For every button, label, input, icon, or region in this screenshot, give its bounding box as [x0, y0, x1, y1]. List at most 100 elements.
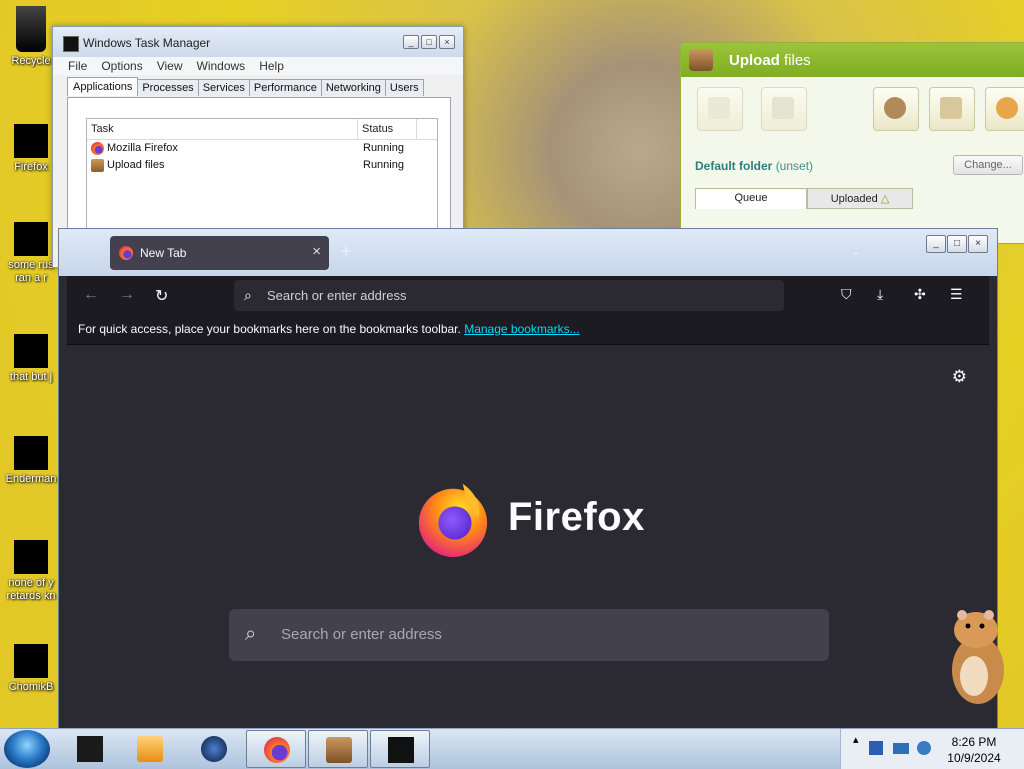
tab-uploaded[interactable]: Uploaded △ [807, 188, 913, 209]
start-button[interactable] [4, 730, 50, 768]
taskbar-clock[interactable]: 8:26 PM 10/9/2024 [936, 734, 1012, 766]
maximize-button[interactable]: □ [421, 35, 437, 49]
url-bar[interactable]: ⌕ Search or enter address [234, 280, 784, 311]
battery-icon[interactable] [893, 743, 909, 754]
hamster-upload-icon [326, 737, 352, 763]
add-files-button[interactable] [697, 87, 743, 131]
firefox-logo-icon [418, 483, 488, 558]
task-manager-menubar: File Options View Windows Help [53, 57, 463, 75]
maximize-button[interactable]: □ [947, 235, 967, 253]
settings-button[interactable] [985, 87, 1024, 131]
menu-windows[interactable]: Windows [197, 57, 246, 75]
desktop-icon-chomik[interactable]: ChomikB [0, 644, 62, 694]
column-status[interactable]: Status [358, 119, 417, 139]
network-icon[interactable] [869, 741, 883, 755]
document-icon [14, 334, 48, 368]
new-tab-page: ⚙ Firefox ⌕ Search or enter address [67, 345, 989, 729]
add-folder-icon [772, 97, 794, 119]
desktop-icon-doc3[interactable]: none of y retards kn [0, 540, 62, 603]
firefox-icon [264, 737, 290, 763]
table-row[interactable]: Mozilla Firefox Running [87, 140, 437, 157]
globe-icon [201, 736, 227, 762]
firefox-icon [91, 142, 104, 155]
task-status: Running [363, 159, 404, 171]
task-manager-icon [388, 737, 414, 763]
pocket-icon[interactable]: ⛉ [841, 286, 852, 303]
clock-date: 10/9/2024 [947, 751, 1001, 765]
task-manager-title: Windows Task Manager [83, 36, 211, 50]
menu-view[interactable]: View [157, 57, 183, 75]
task-manager-tabs: Applications Processes Services Performa… [67, 77, 424, 96]
menu-help[interactable]: Help [259, 57, 284, 75]
upload-files-window: Upload files Default folder (unset) Chan… [680, 42, 1024, 244]
task-manager-titlebar[interactable]: Windows Task Manager _ □ × [53, 27, 463, 57]
task-name: Mozilla Firefox [107, 142, 178, 154]
tab-networking[interactable]: Networking [320, 79, 386, 96]
taskbar-firefox[interactable] [246, 730, 306, 768]
back-icon[interactable]: ← [83, 286, 99, 304]
upload-title: Upload files [729, 52, 811, 69]
taskbar-task-manager[interactable] [370, 730, 430, 768]
upload-tabs: Queue Uploaded △ [695, 188, 913, 209]
tab-new-tab[interactable]: New Tab × [110, 236, 329, 270]
tab-users[interactable]: Users [384, 79, 424, 96]
upload-titlebar[interactable]: Upload files [681, 43, 1024, 77]
taskbar-browser[interactable] [184, 730, 242, 766]
tab-applications[interactable]: Applications [67, 77, 139, 96]
clipboard-button[interactable] [929, 87, 975, 131]
firefox-window: New Tab × + ⌄ _ □ × ← → ↻ ⌕ Search or en… [58, 228, 998, 730]
desktop-icon-label-line2: ran a r [15, 272, 47, 284]
clock-time: 8:26 PM [951, 735, 997, 749]
gear-icon[interactable]: ⚙ [952, 367, 967, 387]
firefox-favicon-icon [119, 246, 133, 260]
gear-icon [996, 97, 1018, 119]
taskbar-upload-files[interactable] [308, 730, 368, 768]
change-folder-button[interactable]: Change... [953, 155, 1023, 175]
desktop-icon-enderman[interactable]: Enderman [0, 436, 62, 486]
new-tab-search-input[interactable]: ⌕ Search or enter address [229, 609, 829, 661]
hamster-upload-icon [689, 49, 713, 71]
desktop-icon-doc2[interactable]: that but j [0, 334, 62, 384]
list-all-tabs-button[interactable]: ⌄ [851, 245, 860, 258]
new-tab-button[interactable]: + [341, 241, 352, 262]
firefox-tabstrip[interactable]: New Tab × + ⌄ _ □ × [59, 229, 997, 276]
taskbar: ▴ 8:26 PM 10/9/2024 [0, 728, 1024, 769]
tab-title: New Tab [140, 246, 187, 260]
search-placeholder: Search or enter address [281, 626, 442, 643]
add-folder-button[interactable] [761, 87, 807, 131]
hamster-pet-icon[interactable] [944, 606, 1008, 706]
tab-performance[interactable]: Performance [248, 79, 322, 96]
default-folder-label: Default folder (unset) [695, 159, 814, 173]
firefox-shortcut-icon [14, 124, 48, 158]
tab-services[interactable]: Services [197, 79, 250, 96]
column-task[interactable]: Task [87, 119, 358, 139]
tab-processes[interactable]: Processes [137, 79, 199, 96]
menu-options[interactable]: Options [101, 57, 142, 75]
volume-icon[interactable] [917, 741, 931, 755]
navigation-toolbar: ← → ↻ ⌕ Search or enter address ⛉ ⤓ ✣ ☰ [67, 276, 989, 316]
close-tab-icon[interactable]: × [312, 243, 321, 260]
menu-file[interactable]: File [68, 57, 87, 75]
table-row[interactable]: Upload files Running [87, 157, 437, 174]
tab-queue[interactable]: Queue [695, 188, 807, 209]
forward-icon[interactable]: → [119, 286, 135, 304]
menu-icon[interactable]: ☰ [950, 286, 963, 303]
taskbar-pinned-app[interactable] [60, 730, 118, 766]
document-icon [14, 540, 48, 574]
extensions-icon[interactable]: ✣ [914, 286, 926, 303]
minimize-button[interactable]: _ [926, 235, 946, 253]
upload-app-icon [91, 159, 104, 172]
add-file-icon [708, 97, 730, 119]
hamster-button[interactable] [873, 87, 919, 131]
tray-expand-icon[interactable]: ▴ [853, 733, 859, 746]
downloads-icon[interactable]: ⤓ [877, 286, 883, 303]
manage-bookmarks-link[interactable]: Manage bookmarks... [464, 322, 579, 336]
close-button[interactable]: × [968, 235, 988, 253]
bookmarks-toolbar: For quick access, place your bookmarks h… [67, 316, 989, 345]
close-button[interactable]: × [439, 35, 455, 49]
bookmarks-hint: For quick access, place your bookmarks h… [78, 322, 461, 336]
reload-icon[interactable]: ↻ [155, 286, 168, 306]
taskbar-media-player[interactable] [120, 730, 178, 766]
media-player-icon [137, 736, 163, 762]
minimize-button[interactable]: _ [403, 35, 419, 49]
